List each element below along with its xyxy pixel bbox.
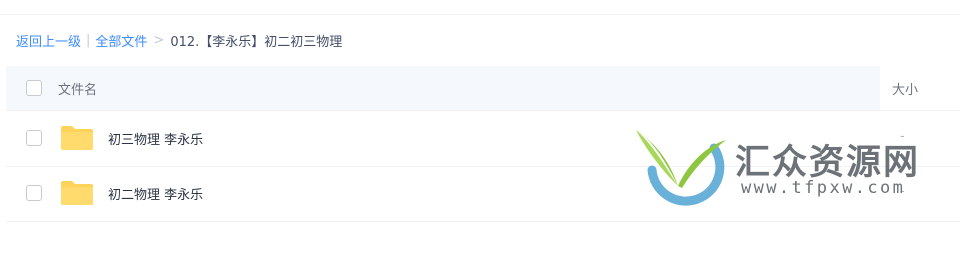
top-bar (0, 0, 960, 15)
file-name[interactable]: 初三物理 李永乐 (108, 129, 203, 148)
row-checkbox[interactable] (26, 130, 42, 146)
watermark-logo-icon (636, 130, 726, 206)
row-checkbox[interactable] (26, 185, 42, 201)
folder-icon (61, 181, 93, 205)
size-column-header[interactable]: 大小 (892, 79, 918, 98)
select-all-checkbox[interactable] (26, 80, 42, 96)
all-files-link[interactable]: 全部文件 (95, 31, 147, 50)
breadcrumb: 返回上一级 | 全部文件 > 012.【李永乐】初二初三物理 (16, 30, 342, 50)
folder-icon (61, 126, 93, 150)
file-name[interactable]: 初二物理 李永乐 (108, 184, 203, 203)
name-column-header[interactable]: 文件名 (58, 79, 97, 98)
current-folder-label: 012.【李永乐】初二初三物理 (170, 34, 343, 50)
breadcrumb-arrow: > (153, 32, 165, 48)
table-header (6, 66, 880, 110)
watermark-url: www.tfpxw.com (741, 178, 906, 198)
file-browser: 返回上一级 | 全部文件 > 012.【李永乐】初二初三物理 文件名 大小 初三… (0, 0, 960, 256)
back-link[interactable]: 返回上一级 (16, 31, 81, 50)
breadcrumb-separator: | (86, 32, 91, 48)
